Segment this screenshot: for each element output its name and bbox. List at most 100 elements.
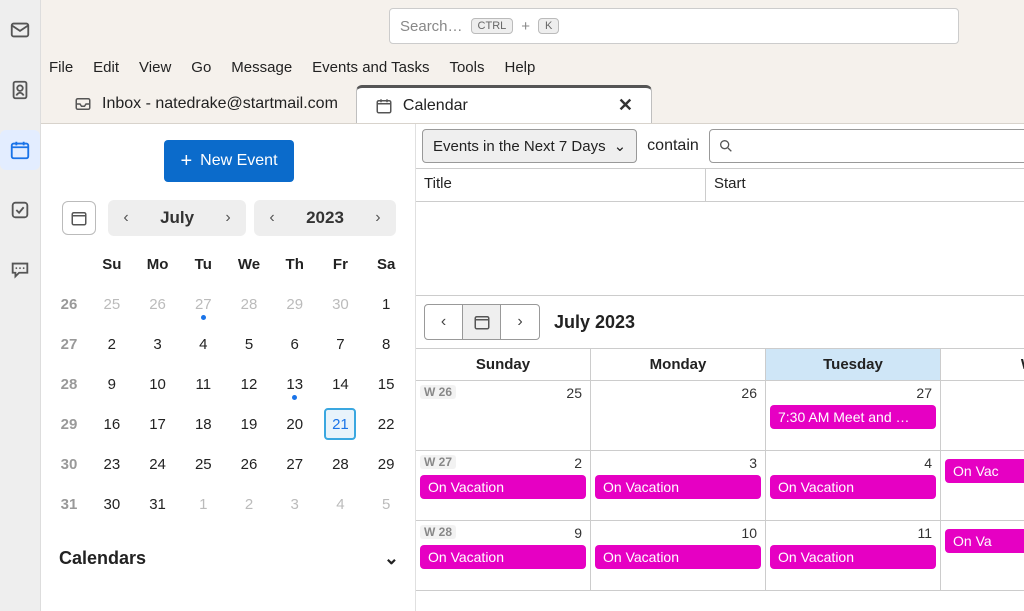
menu-view[interactable]: View [139, 59, 171, 76]
mini-day-cell[interactable]: 16 [89, 404, 135, 444]
calendar-event[interactable]: On Va [945, 529, 1024, 553]
today-button[interactable] [62, 201, 96, 235]
mini-day-cell[interactable]: 23 [89, 444, 135, 484]
menu-help[interactable]: Help [505, 59, 536, 76]
tab-calendar-label: Calendar [403, 97, 468, 115]
mini-day-cell[interactable]: 2 [226, 484, 272, 524]
mini-day-cell[interactable]: 28 [226, 284, 272, 324]
calendar-event[interactable]: On Vacation [420, 475, 586, 499]
mini-day-cell[interactable]: 21 [318, 404, 364, 444]
week-badge: W 27 [420, 455, 456, 469]
mini-day-cell[interactable]: 1 [363, 284, 409, 324]
rail-address-book-icon[interactable] [0, 70, 40, 110]
mini-day-cell[interactable]: 6 [272, 324, 318, 364]
filter-row: Events in the Next 7 Days ⌄ contain [416, 124, 1024, 168]
app-rail [0, 0, 41, 611]
mini-day-cell[interactable]: 24 [135, 444, 181, 484]
mini-day-cell[interactable]: 30 [318, 284, 364, 324]
events-range-dropdown[interactable]: Events in the Next 7 Days ⌄ [422, 129, 637, 163]
mini-day-cell[interactable]: 29 [363, 444, 409, 484]
mini-day-cell[interactable]: 12 [226, 364, 272, 404]
mini-day-cell[interactable]: 5 [226, 324, 272, 364]
mini-day-cell[interactable]: 2 [89, 324, 135, 364]
calendar-event[interactable]: On Vacation [595, 475, 761, 499]
mini-day-cell[interactable]: 1 [180, 484, 226, 524]
global-search-input[interactable]: Search… CTRL + K [389, 8, 959, 44]
mini-day-cell[interactable]: 26 [135, 284, 181, 324]
month-cell[interactable]: On Va [941, 521, 1024, 591]
tab-inbox[interactable]: Inbox - natedrake@startmail.com [56, 85, 356, 123]
mini-day-cell[interactable]: 4 [180, 324, 226, 364]
menu-events-tasks[interactable]: Events and Tasks [312, 59, 429, 76]
new-event-button[interactable]: + New Event [164, 140, 294, 182]
mini-day-cell[interactable]: 9 [89, 364, 135, 404]
prev-year-button[interactable]: ‹ [254, 200, 290, 236]
mini-day-cell[interactable]: 22 [363, 404, 409, 444]
rail-calendar-icon[interactable] [0, 130, 40, 170]
calendar-event[interactable]: 7:30 AM Meet and … [770, 405, 936, 429]
tab-close-icon[interactable]: ✕ [618, 95, 633, 116]
mini-day-cell[interactable]: 31 [135, 484, 181, 524]
mini-day-cell[interactable]: 14 [318, 364, 364, 404]
month-cell[interactable]: On Vac [941, 451, 1024, 521]
next-month-button[interactable]: › [210, 200, 246, 236]
menu-tools[interactable]: Tools [449, 59, 484, 76]
mini-day-cell[interactable]: 17 [135, 404, 181, 444]
mini-day-cell[interactable]: 25 [89, 284, 135, 324]
next-year-button[interactable]: › [360, 200, 396, 236]
calendar-event[interactable]: On Vac [945, 459, 1024, 483]
menu-edit[interactable]: Edit [93, 59, 119, 76]
month-cell[interactable]: 11On Vacation [766, 521, 941, 591]
rail-mail-icon[interactable] [0, 10, 40, 50]
rail-tasks-icon[interactable] [0, 190, 40, 230]
mini-day-cell[interactable]: 8 [363, 324, 409, 364]
rail-chat-icon[interactable] [0, 250, 40, 290]
month-cell[interactable]: 3On Vacation [591, 451, 766, 521]
menu-file[interactable]: File [49, 59, 73, 76]
month-cell[interactable]: 4On Vacation [766, 451, 941, 521]
mini-day-cell[interactable]: 13 [272, 364, 318, 404]
month-cell[interactable]: 26 [591, 381, 766, 451]
mini-day-cell[interactable]: 10 [135, 364, 181, 404]
tab-calendar[interactable]: Calendar ✕ [356, 85, 652, 123]
big-prev-button[interactable]: ‹ [425, 305, 463, 339]
month-cell-date: 10 [593, 523, 763, 543]
mini-day-cell[interactable]: 30 [89, 484, 135, 524]
big-next-button[interactable]: › [501, 305, 539, 339]
mini-day-cell[interactable]: 3 [135, 324, 181, 364]
mini-day-cell[interactable]: 29 [272, 284, 318, 324]
week-badge: W 26 [420, 385, 456, 399]
calendar-event[interactable]: On Vacation [770, 475, 936, 499]
mini-day-cell[interactable]: 5 [363, 484, 409, 524]
filter-search-input[interactable] [709, 129, 1024, 163]
mini-day-cell[interactable]: 27 [272, 444, 318, 484]
calendar-event[interactable]: On Vacation [420, 545, 586, 569]
col-title[interactable]: Title [416, 169, 706, 201]
month-cell[interactable]: W 272On Vacation [416, 451, 591, 521]
col-start[interactable]: Start [706, 169, 754, 201]
month-cell[interactable]: W 289On Vacation [416, 521, 591, 591]
mini-day-cell[interactable]: 11 [180, 364, 226, 404]
month-cell[interactable]: W 2625 [416, 381, 591, 451]
menu-go[interactable]: Go [191, 59, 211, 76]
mini-day-cell[interactable]: 15 [363, 364, 409, 404]
mini-day-cell[interactable]: 28 [318, 444, 364, 484]
mini-day-cell[interactable]: 19 [226, 404, 272, 444]
menu-message[interactable]: Message [231, 59, 292, 76]
mini-day-cell[interactable]: 3 [272, 484, 318, 524]
big-today-button[interactable] [463, 305, 501, 339]
mini-day-cell[interactable]: 25 [180, 444, 226, 484]
calendars-section-header[interactable]: Calendars ⌄ [49, 544, 409, 573]
mini-day-cell[interactable]: 20 [272, 404, 318, 444]
month-cell[interactable]: 277:30 AM Meet and … [766, 381, 941, 451]
prev-month-button[interactable]: ‹ [108, 200, 144, 236]
mini-day-cell[interactable]: 7 [318, 324, 364, 364]
month-cell[interactable] [941, 381, 1024, 451]
mini-day-cell[interactable]: 27 [180, 284, 226, 324]
calendar-event[interactable]: On Vacation [770, 545, 936, 569]
calendar-event[interactable]: On Vacation [595, 545, 761, 569]
mini-day-cell[interactable]: 4 [318, 484, 364, 524]
mini-day-cell[interactable]: 18 [180, 404, 226, 444]
mini-day-cell[interactable]: 26 [226, 444, 272, 484]
month-cell[interactable]: 10On Vacation [591, 521, 766, 591]
